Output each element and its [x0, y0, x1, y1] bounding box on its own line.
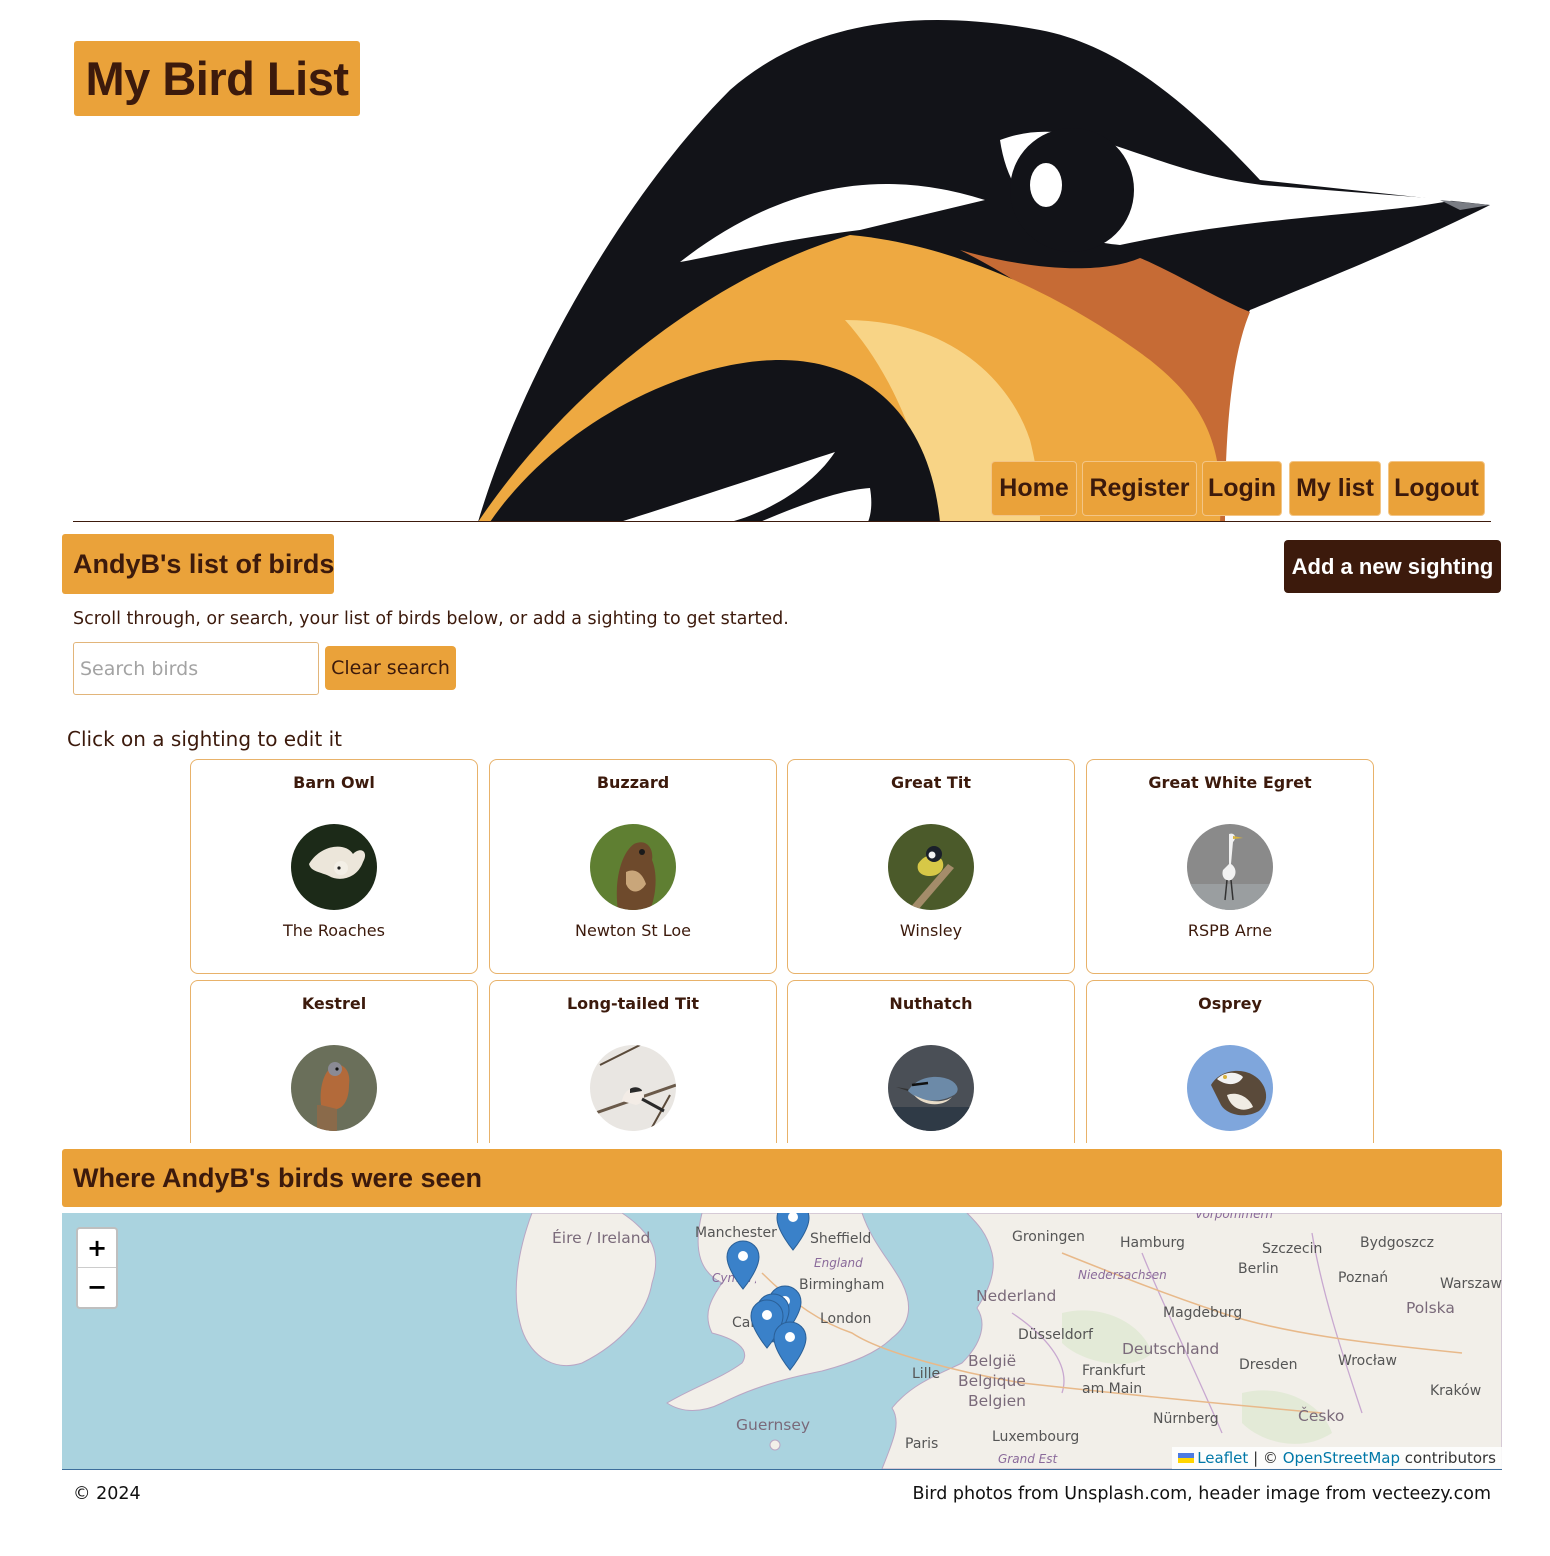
sightings-map[interactable]: Éire / Ireland Manchester Sheffield Engl… — [62, 1213, 1502, 1469]
sighting-card[interactable]: Kestrel — [190, 980, 478, 1143]
map-label-magdeburg: Magdeburg — [1163, 1305, 1243, 1321]
sighting-card[interactable]: Osprey — [1086, 980, 1374, 1143]
bird-photo — [590, 824, 676, 910]
sighting-location: Winsley — [899, 921, 963, 940]
site-header: My Bird List Home Register Login My list… — [0, 0, 1550, 524]
nav-login-button[interactable]: Login — [1202, 461, 1282, 516]
sighting-bird-name: Great White Egret — [1148, 773, 1312, 792]
bird-photo — [1187, 1045, 1273, 1131]
site-title[interactable]: My Bird List — [74, 41, 360, 116]
leaflet-link[interactable]: Leaflet — [1197, 1449, 1248, 1467]
sighting-card[interactable]: Long-tailed Tit — [489, 980, 777, 1143]
sighting-card[interactable]: Buzzard Newton St Loe — [489, 759, 777, 974]
map-label-lille: Lille — [912, 1366, 941, 1382]
bird-photo — [888, 1045, 974, 1131]
sighting-card[interactable]: Nuthatch — [787, 980, 1075, 1143]
map-label-guernsey: Guernsey — [736, 1416, 811, 1434]
map-label-london: London — [820, 1311, 872, 1327]
map-label-nurnberg: Nürnberg — [1153, 1411, 1219, 1427]
map-label-poznan: Poznań — [1338, 1270, 1389, 1286]
sighting-card[interactable]: Great Tit Winsley — [787, 759, 1075, 974]
map-label-deutschland: Deutschland — [1122, 1340, 1220, 1358]
map-label-england: England — [814, 1256, 863, 1270]
nav-home-button[interactable]: Home — [991, 461, 1077, 516]
map-label-belgique: Belgique — [958, 1372, 1026, 1390]
clear-search-button[interactable]: Clear search — [325, 646, 456, 690]
list-heading: AndyB's list of birds — [62, 534, 334, 594]
map-label-warszawa: Warszawa — [1440, 1276, 1502, 1292]
sighting-bird-name: Kestrel — [301, 994, 367, 1013]
map-zoom-control: + − — [76, 1227, 118, 1309]
map-bottom-border — [62, 1469, 1502, 1470]
sighting-card[interactable]: Barn Owl The Roaches — [190, 759, 478, 974]
sighting-bird-name: Great Tit — [891, 773, 971, 792]
sighting-card[interactable]: Great White Egret RSPB Arne — [1086, 759, 1374, 974]
map-label-wroclaw: Wrocław — [1338, 1353, 1397, 1369]
sightings-grid: Barn Owl The Roaches Buzzard Newton St L… — [0, 758, 1550, 1143]
bird-photo — [1187, 824, 1273, 910]
map-label-bydgoszcz: Bydgoszcz — [1360, 1235, 1434, 1251]
search-input[interactable] — [73, 642, 319, 695]
map-label-polska: Polska — [1406, 1299, 1455, 1317]
map-heading: Where AndyB's birds were seen — [62, 1149, 1502, 1207]
map-label-birmingham: Birmingham — [799, 1277, 885, 1293]
map-label-luxembourg: Luxembourg — [992, 1429, 1080, 1445]
sighting-bird-name: Long-tailed Tit — [566, 994, 699, 1013]
map-label-szczecin: Szczecin — [1262, 1241, 1323, 1257]
map-marker[interactable] — [776, 1213, 810, 1251]
attribution-separator: | © — [1253, 1449, 1278, 1467]
map-label-sheffield: Sheffield — [810, 1231, 872, 1247]
nav-my-list-button[interactable]: My list — [1289, 461, 1381, 516]
sighting-location: Newton St Loe — [575, 921, 691, 940]
map-label-dusseldorf: Düsseldorf — [1018, 1327, 1093, 1343]
map-label-groningen: Groningen — [1012, 1229, 1085, 1245]
map-label-cesko: Česko — [1298, 1407, 1345, 1425]
map-label-krakow: Kraków — [1430, 1383, 1482, 1399]
sighting-bird-name: Buzzard — [596, 773, 670, 792]
list-intro-text: Scroll through, or search, your list of … — [73, 609, 789, 629]
openstreetmap-link[interactable]: OpenStreetMap — [1283, 1449, 1400, 1467]
bird-photo — [291, 1045, 377, 1131]
bird-photo — [888, 824, 974, 910]
map-label-grand-est: Grand Est — [998, 1452, 1058, 1466]
footer-copyright: © 2024 — [73, 1484, 141, 1504]
attribution-contributors: contributors — [1404, 1449, 1496, 1467]
sighting-location: The Roaches — [283, 921, 385, 940]
edit-hint-text: Click on a sighting to edit it — [67, 727, 342, 751]
map-label-belgie: België — [968, 1352, 1017, 1370]
map-label-nederland: Nederland — [976, 1287, 1057, 1305]
zoom-out-button[interactable]: − — [78, 1268, 116, 1307]
add-sighting-button[interactable]: Add a new sighting — [1284, 540, 1501, 593]
bird-photo — [590, 1045, 676, 1131]
map-label-hamburg: Hamburg — [1120, 1235, 1185, 1251]
ukraine-flag-icon — [1178, 1447, 1195, 1463]
sighting-bird-name: Osprey — [1198, 994, 1262, 1013]
sighting-bird-name: Barn Owl — [293, 773, 375, 792]
header-divider — [73, 521, 1491, 522]
bird-photo — [291, 824, 377, 910]
sighting-location: RSPB Arne — [1187, 921, 1273, 940]
sighting-bird-name: Nuthatch — [889, 994, 973, 1013]
nav-register-button[interactable]: Register — [1082, 461, 1197, 516]
map-marker[interactable] — [726, 1240, 760, 1290]
map-label-frankfurt: Frankfurt am Main — [1082, 1363, 1146, 1397]
map-label-ireland: Éire / Ireland — [552, 1229, 651, 1247]
map-label-niedersachsen: Niedersachsen — [1078, 1268, 1167, 1282]
map-attribution: Leaflet | © OpenStreetMap contributors — [1172, 1447, 1502, 1469]
footer-credits: Bird photos from Unsplash.com, header im… — [912, 1484, 1491, 1504]
map-label-dresden: Dresden — [1239, 1357, 1298, 1373]
zoom-in-button[interactable]: + — [78, 1229, 116, 1268]
map-label-paris: Paris — [905, 1436, 939, 1452]
map-marker[interactable] — [773, 1321, 807, 1371]
map-label-belgien: Belgien — [968, 1392, 1026, 1410]
map-label-berlin: Berlin — [1238, 1261, 1279, 1277]
map-label-manchester: Manchester — [695, 1225, 777, 1241]
map-label-vorpommern: Vorpommern — [1195, 1213, 1274, 1221]
nav-logout-button[interactable]: Logout — [1388, 461, 1485, 516]
